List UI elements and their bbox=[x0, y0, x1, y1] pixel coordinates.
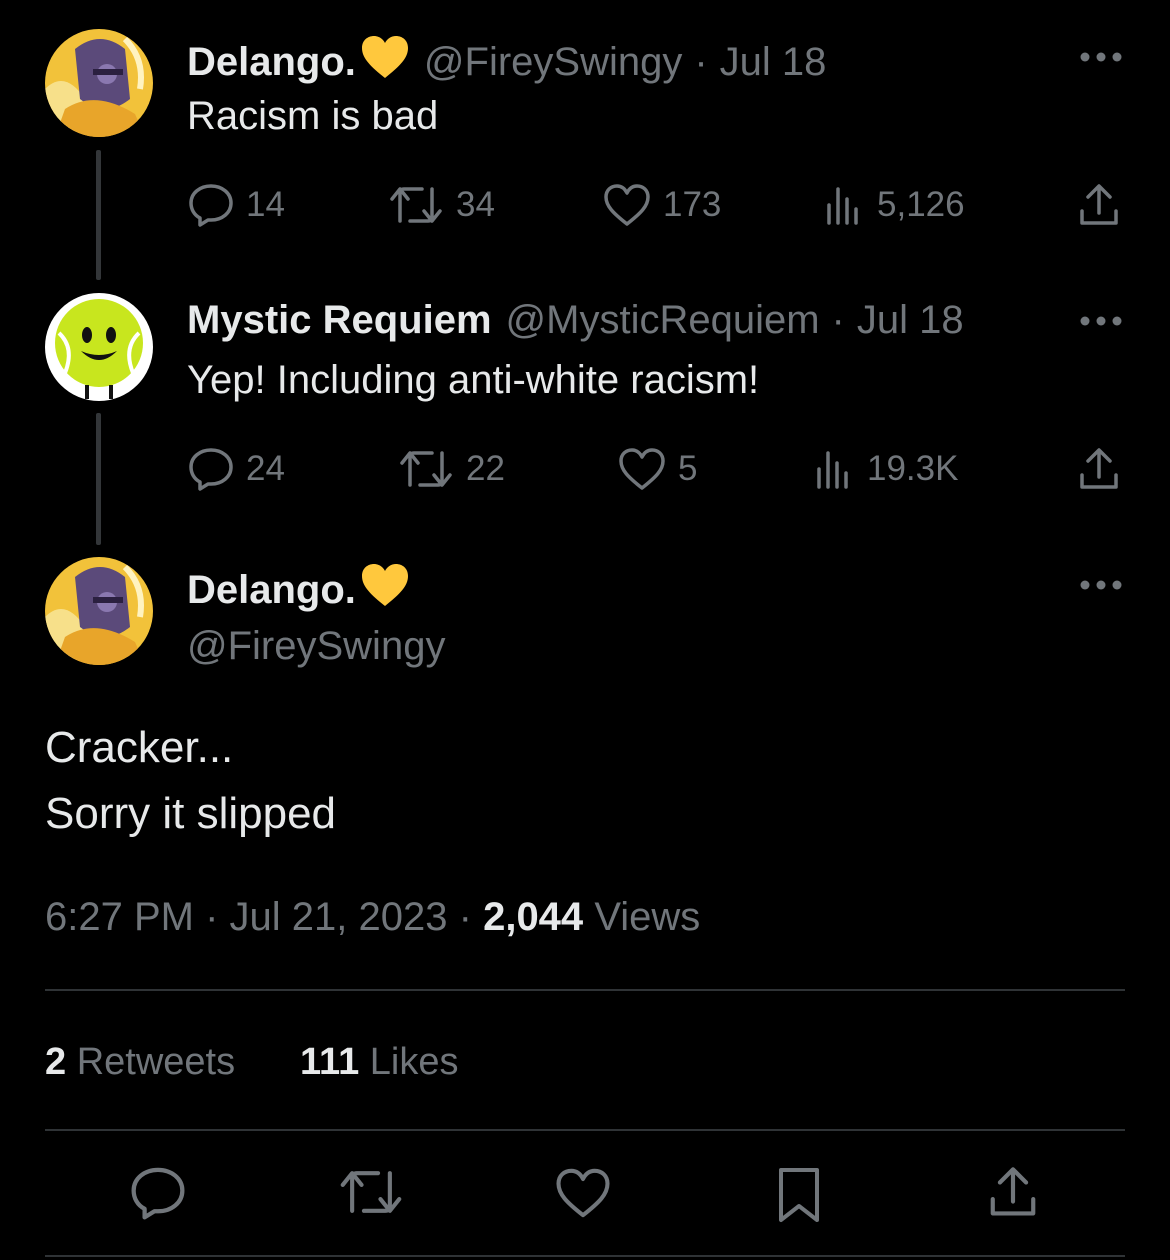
views-icon bbox=[815, 447, 855, 491]
views-label: Views bbox=[594, 895, 701, 939]
separator: · bbox=[831, 298, 845, 342]
main-tweet-header: Delango. @FireySwingy bbox=[187, 562, 445, 669]
likes-count: 111 bbox=[300, 1041, 360, 1083]
views-icon bbox=[825, 183, 865, 227]
bookmark-button[interactable] bbox=[776, 1166, 822, 1229]
reply-button[interactable] bbox=[130, 1166, 186, 1225]
separator: · bbox=[205, 895, 219, 939]
more-icon[interactable] bbox=[1080, 50, 1122, 68]
thread-line bbox=[96, 413, 101, 545]
retweets-label: Retweets bbox=[76, 1041, 236, 1083]
views-count: 2,044 bbox=[483, 895, 584, 939]
divider bbox=[45, 1255, 1125, 1257]
tweet-date[interactable]: Jul 18 bbox=[857, 298, 964, 343]
display-name[interactable]: Delango. bbox=[187, 40, 356, 85]
thread-line bbox=[96, 150, 101, 280]
tweet-date[interactable]: Jul 18 bbox=[720, 40, 827, 85]
like-button[interactable]: 173 bbox=[603, 183, 721, 227]
retweet-icon bbox=[398, 447, 454, 491]
retweet-button[interactable]: 34 bbox=[388, 183, 495, 227]
more-icon[interactable] bbox=[1080, 578, 1122, 596]
tweet-header: Mystic Requiem @MysticRequiem · Jul 18 bbox=[187, 298, 964, 343]
avatar-delango[interactable] bbox=[45, 29, 153, 137]
handle[interactable]: @FireySwingy bbox=[187, 624, 445, 669]
retweet-icon bbox=[388, 183, 444, 227]
reply-count: 24 bbox=[246, 449, 285, 488]
display-name[interactable]: Mystic Requiem bbox=[187, 298, 492, 343]
share-button[interactable] bbox=[1078, 447, 1120, 491]
like-button[interactable] bbox=[555, 1167, 611, 1224]
tweet-text: Racism is bad bbox=[187, 94, 439, 138]
retweet-button[interactable] bbox=[338, 1166, 404, 1223]
reply-icon bbox=[188, 183, 234, 227]
display-name[interactable]: Delango. bbox=[187, 568, 356, 613]
retweets-stat[interactable]: 2 Retweets bbox=[45, 1041, 235, 1084]
main-tweet-text-line-2: Sorry it slipped bbox=[45, 789, 337, 838]
tweet-header: Delango. @FireySwingy · Jul 18 bbox=[187, 34, 826, 90]
share-icon bbox=[1078, 183, 1120, 227]
like-icon bbox=[555, 1168, 611, 1223]
reply-icon bbox=[130, 1167, 186, 1224]
likes-label: Likes bbox=[369, 1041, 459, 1083]
more-icon[interactable] bbox=[1080, 314, 1122, 332]
bookmark-icon bbox=[776, 1168, 822, 1228]
like-count: 173 bbox=[663, 185, 722, 224]
tweet-meta: 6:27 PM · Jul 21, 2023 · 2,044 Views bbox=[45, 895, 700, 940]
views-button[interactable]: 19.3K bbox=[815, 447, 958, 491]
divider bbox=[45, 1129, 1125, 1131]
divider bbox=[45, 989, 1125, 991]
like-icon bbox=[618, 447, 666, 491]
separator: · bbox=[458, 895, 472, 939]
retweet-icon bbox=[338, 1171, 404, 1222]
reply-count: 14 bbox=[246, 185, 285, 224]
share-button[interactable] bbox=[988, 1165, 1038, 1224]
views-count: 5,126 bbox=[877, 185, 965, 224]
tweet-time[interactable]: 6:27 PM bbox=[45, 895, 194, 939]
tweet-text: Yep! Including anti-white racism! bbox=[187, 358, 760, 402]
tweet-full-date[interactable]: Jul 21, 2023 bbox=[230, 895, 448, 939]
reply-icon bbox=[188, 447, 234, 491]
likes-stat[interactable]: 111 Likes bbox=[300, 1041, 459, 1084]
share-button[interactable] bbox=[1078, 183, 1120, 227]
retweet-count: 22 bbox=[466, 449, 505, 488]
views-button[interactable]: 5,126 bbox=[825, 183, 965, 227]
avatar-delango[interactable] bbox=[45, 557, 153, 665]
retweet-count: 34 bbox=[456, 185, 495, 224]
main-tweet-text-line-1: Cracker... bbox=[45, 723, 234, 772]
share-icon bbox=[988, 1167, 1038, 1223]
handle[interactable]: @MysticRequiem bbox=[506, 298, 820, 343]
retweet-button[interactable]: 22 bbox=[398, 447, 505, 491]
yellow-heart-icon bbox=[360, 562, 410, 618]
reply-button[interactable]: 14 bbox=[188, 183, 285, 227]
handle[interactable]: @FireySwingy bbox=[424, 40, 682, 85]
retweets-count: 2 bbox=[45, 1041, 67, 1083]
avatar-mystic-requiem[interactable] bbox=[45, 293, 153, 401]
like-icon bbox=[603, 183, 651, 227]
separator: · bbox=[694, 39, 708, 84]
views-count: 19.3K bbox=[867, 449, 959, 488]
like-count: 5 bbox=[678, 449, 698, 488]
share-icon bbox=[1078, 447, 1120, 491]
yellow-heart-icon bbox=[360, 34, 410, 90]
reply-button[interactable]: 24 bbox=[188, 447, 285, 491]
like-button[interactable]: 5 bbox=[618, 447, 697, 491]
